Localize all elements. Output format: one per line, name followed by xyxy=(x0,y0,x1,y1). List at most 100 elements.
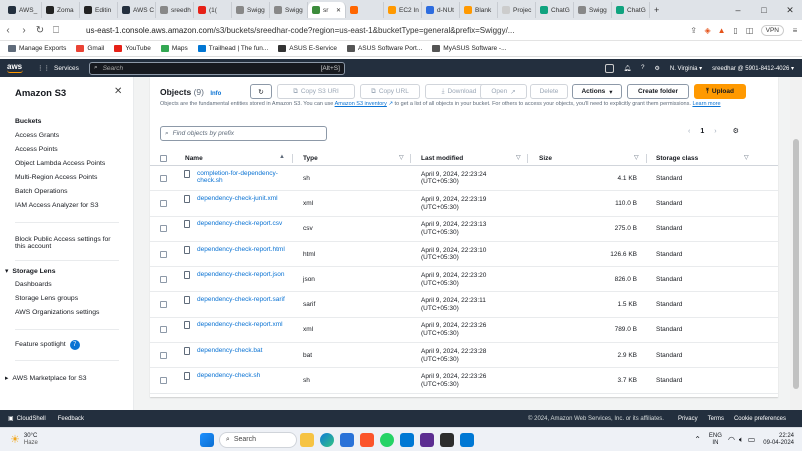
copy-url-button[interactable]: ⧉ Copy URL xyxy=(360,84,420,99)
sidebar-item-access-points[interactable]: Access Points xyxy=(15,146,58,153)
row-checkbox[interactable] xyxy=(160,326,167,334)
back-icon[interactable]: ‹ xyxy=(0,25,16,36)
row-checkbox[interactable] xyxy=(160,275,167,283)
browser-tab[interactable]: Zoma xyxy=(42,2,80,18)
browser-tab[interactable]: d-NUt xyxy=(422,2,460,18)
account-menu[interactable]: sreedhar @ 5901-8412-4026 ▾ xyxy=(712,65,794,72)
find-objects-input[interactable]: ⌕ Find objects by prefix xyxy=(160,126,327,141)
sort-icon[interactable]: ▽ xyxy=(744,154,749,161)
scrollbar-thumb[interactable] xyxy=(793,139,799,389)
brave-icon[interactable] xyxy=(359,432,374,447)
current-page[interactable]: 1 xyxy=(700,128,704,135)
delete-button[interactable]: Delete xyxy=(530,84,568,99)
row-checkbox[interactable] xyxy=(160,199,167,207)
share-icon[interactable]: ⇪ xyxy=(687,26,701,35)
clock[interactable]: 22:24 09-04-2024 xyxy=(763,433,794,447)
terminal-icon[interactable] xyxy=(439,432,454,447)
forward-icon[interactable]: › xyxy=(16,25,32,36)
object-name-link[interactable]: dependency-check.sh xyxy=(197,372,289,380)
browser-tab[interactable]: Swigg xyxy=(270,2,308,18)
page-scrollbar[interactable] xyxy=(790,77,802,410)
sidebar-item-feature-spotlight[interactable]: Feature spotlight 7 xyxy=(15,340,80,350)
browser-tab[interactable]: EC2 In xyxy=(384,2,422,18)
object-name-link[interactable]: dependency-check-junit.xml xyxy=(197,195,289,203)
column-size[interactable]: Size xyxy=(539,155,552,162)
row-checkbox[interactable] xyxy=(160,174,167,182)
bookmark-item[interactable]: Maps xyxy=(160,45,188,52)
vscode-icon[interactable] xyxy=(399,432,414,447)
object-name-link[interactable]: dependency-check-report.sarif xyxy=(197,296,289,304)
url-field[interactable]: us-east-1.console.aws.amazon.com/s3/buck… xyxy=(86,26,687,35)
object-name-link[interactable]: dependency-check-report.html xyxy=(197,246,289,254)
minimize-icon[interactable]: – xyxy=(726,0,750,20)
windows-start-icon[interactable] xyxy=(199,432,214,447)
bookmark-item[interactable]: MyASUS Software -... xyxy=(432,45,507,52)
row-checkbox[interactable] xyxy=(160,225,167,233)
copy-s3-uri-button[interactable]: ⧉ Copy S3 URI xyxy=(277,84,355,99)
browser-tab[interactable]: Editin xyxy=(80,2,118,18)
column-last-modified[interactable]: Last modified xyxy=(421,155,463,162)
region-selector[interactable]: N. Virginia ▾ xyxy=(670,65,702,72)
bookmark-item[interactable]: ASUS Software Port... xyxy=(346,45,422,52)
sort-icon[interactable]: ▽ xyxy=(516,154,521,161)
browser-tab[interactable]: sr ✕ xyxy=(308,2,346,18)
close-tab-icon[interactable]: ✕ xyxy=(336,7,341,14)
close-window-icon[interactable]: ✕ xyxy=(778,0,802,20)
browser-tab[interactable]: AWS C xyxy=(118,2,156,18)
select-all-checkbox[interactable] xyxy=(160,155,167,162)
brave-shield-icon[interactable]: ◈ xyxy=(701,26,715,35)
object-name-link[interactable]: dependency-check-report.json xyxy=(197,271,289,279)
browser-tab[interactable]: Swigg xyxy=(232,2,270,18)
wallet-icon[interactable]: ◫ xyxy=(743,26,757,35)
maximize-icon[interactable]: □ xyxy=(752,0,776,20)
column-name[interactable]: Name xyxy=(185,155,203,162)
object-name-link[interactable]: dependency-check-report.xml xyxy=(197,321,289,329)
bookmark-item[interactable]: YouTube xyxy=(114,45,151,52)
row-checkbox[interactable] xyxy=(160,377,167,385)
tray-overflow-icon[interactable]: ⌃ xyxy=(694,435,701,444)
brave-rewards-icon[interactable]: ▲ xyxy=(715,26,729,35)
bell-icon[interactable]: 🔔︎ xyxy=(624,65,632,72)
upload-button[interactable]: ⤒ Upload xyxy=(694,84,746,99)
terms-link[interactable]: Terms xyxy=(708,416,724,422)
browser-tab[interactable]: Blank xyxy=(460,2,498,18)
edge-icon[interactable] xyxy=(319,432,334,447)
sort-icon[interactable]: ▽ xyxy=(634,154,639,161)
browser-tab[interactable]: ChatG xyxy=(536,2,574,18)
next-page-icon[interactable]: › xyxy=(714,128,716,135)
store-icon[interactable] xyxy=(339,432,354,447)
aws-search-input[interactable]: ⌕ Search [Alt+S] xyxy=(88,61,345,75)
browser-tab[interactable]: AWS_ xyxy=(4,2,42,18)
sidebar-item-block-public-access[interactable]: Block Public Access settings for this acc… xyxy=(15,236,111,250)
sort-asc-icon[interactable]: ▲ xyxy=(279,154,285,160)
bookmark-item[interactable]: Trailhead | The fun... xyxy=(197,45,268,52)
sidebar-item-storage-lens-groups[interactable]: Storage Lens groups xyxy=(15,295,78,302)
object-name-link[interactable]: completion-for-dependency-check.sh xyxy=(197,170,289,186)
privacy-link[interactable]: Privacy xyxy=(678,416,698,422)
cloudshell-icon[interactable]: ▣ xyxy=(8,415,14,422)
sort-icon[interactable]: ▽ xyxy=(399,154,404,161)
browser-tab[interactable]: Projec xyxy=(498,2,536,18)
sidebar-item-iam-access-analyzer[interactable]: IAM Access Analyzer for S3 xyxy=(15,202,98,209)
sidebar-item-object-lambda[interactable]: Object Lambda Access Points xyxy=(15,160,105,167)
services-menu[interactable]: ⋮⋮ Services xyxy=(37,64,79,73)
browser-tab[interactable] xyxy=(346,2,384,18)
bookmark-item[interactable]: ASUS E-Service xyxy=(278,45,337,52)
sidebar-item-access-grants[interactable]: Access Grants xyxy=(15,132,59,139)
refresh-button[interactable]: ↻ xyxy=(250,84,272,99)
volume-icon[interactable]: 🔈︎ xyxy=(739,435,744,445)
cloudshell-link[interactable]: CloudShell xyxy=(17,416,46,422)
app-icon[interactable] xyxy=(419,432,434,447)
weather-widget[interactable]: 30°C Haze xyxy=(24,433,38,447)
menu-icon[interactable]: ≡ xyxy=(788,26,802,35)
sidebar-item-aws-organizations[interactable]: AWS Organizations settings xyxy=(15,309,99,316)
s3-inventory-link[interactable]: Amazon S3 inventory xyxy=(335,101,387,107)
marketplace-section[interactable]: ▸ AWS Marketplace for S3 xyxy=(5,374,87,383)
object-name-link[interactable]: dependency-check-report.csv xyxy=(197,220,289,228)
open-button[interactable]: Open ↗ xyxy=(480,84,527,99)
row-checkbox[interactable] xyxy=(160,250,167,258)
browser-tab[interactable]: ChatG xyxy=(612,2,650,18)
cookie-preferences-link[interactable]: Cookie preferences xyxy=(734,416,786,422)
column-storage-class[interactable]: Storage class xyxy=(656,155,698,162)
battery-icon[interactable]: ▭ xyxy=(748,435,756,444)
